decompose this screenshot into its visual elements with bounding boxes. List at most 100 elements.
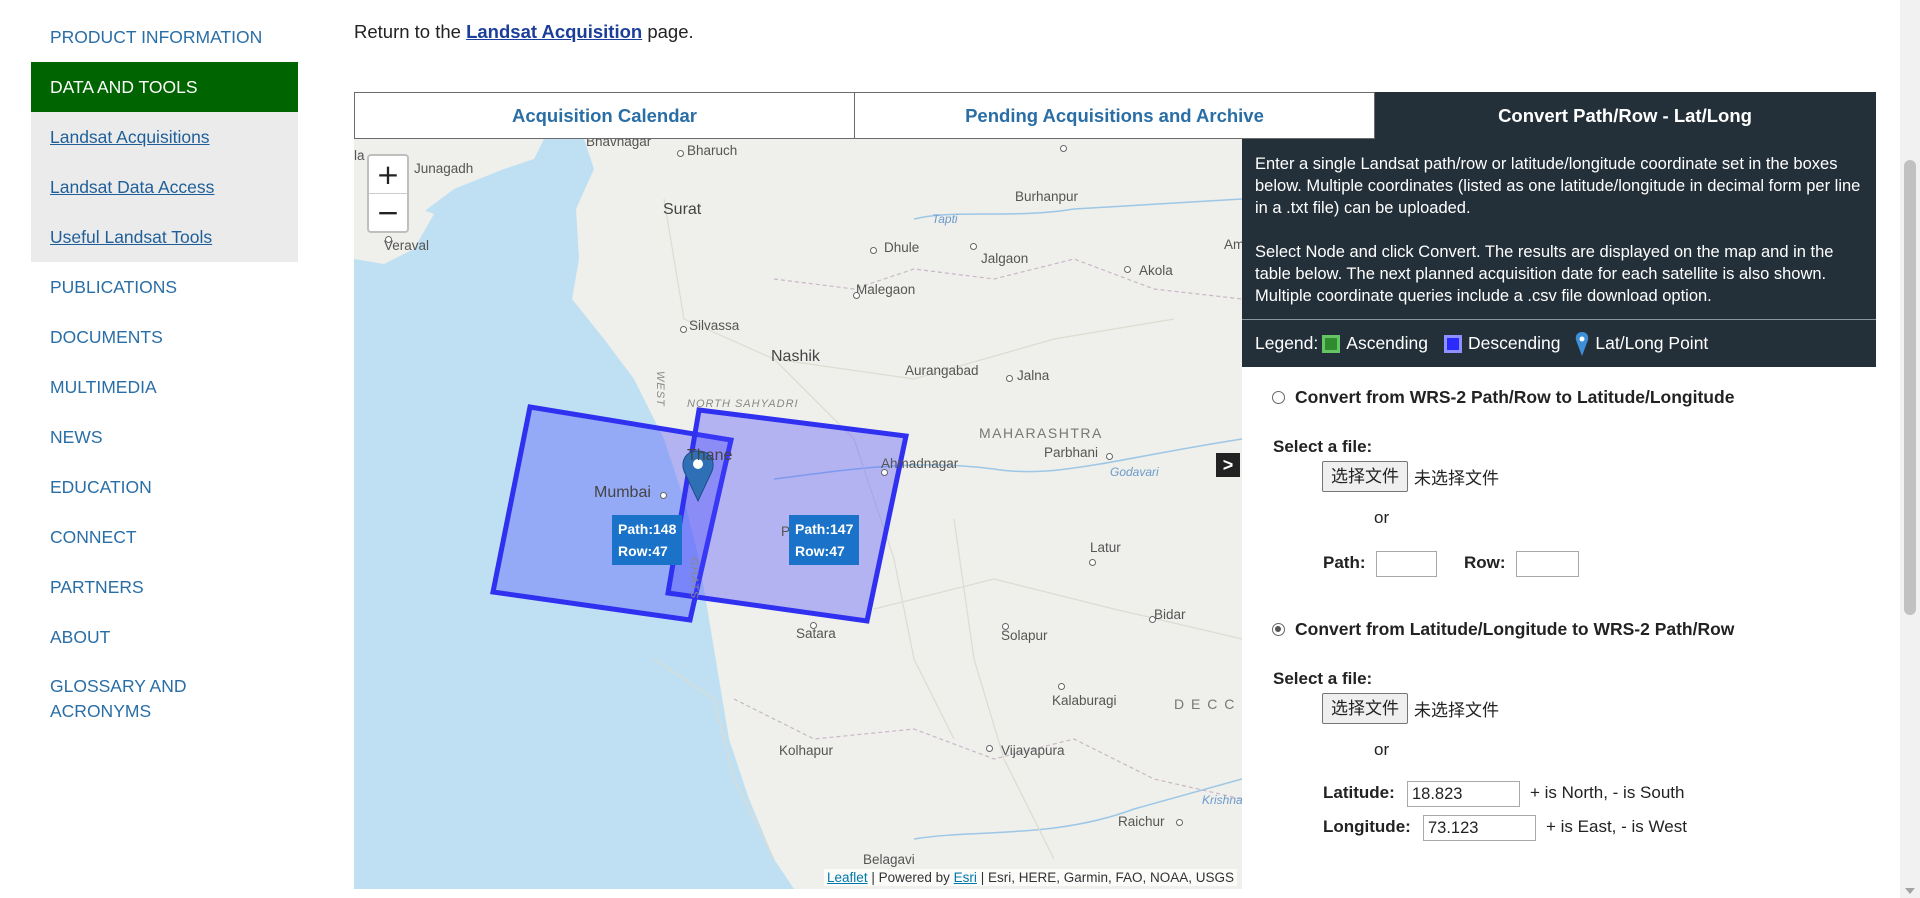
return-prefix: Return to the (354, 21, 461, 42)
panel-description: Enter a single Landsat path/row or latit… (1242, 139, 1876, 319)
city-dot (1106, 453, 1113, 460)
chevron-right-icon[interactable]: > (1216, 453, 1240, 477)
map-label-mumbai: Mumbai (594, 484, 651, 501)
footprint-label-148[interactable]: Path:148 Row:47 (612, 515, 683, 565)
path-label: Path: (1323, 553, 1366, 572)
legend-descending-label: Descending (1468, 333, 1561, 353)
map-label-parbhani: Parbhani (1044, 445, 1099, 460)
radio-path-row[interactable] (1272, 391, 1285, 404)
map-label-bhavnagar: Bhavnagar (586, 139, 652, 149)
longitude-input[interactable] (1423, 815, 1536, 841)
map-label-solapur: Solapur (1001, 628, 1048, 643)
panel-desc-1: Enter a single Landsat path/row or latit… (1255, 155, 1861, 217)
map-label-edge: la (354, 148, 365, 163)
footprint-path: Path:147 (795, 521, 854, 537)
choose-file-button-1[interactable]: 选择文件 (1322, 461, 1408, 492)
sidebar-item-partners[interactable]: PARTNERS (31, 562, 298, 612)
legend: Legend: Ascending Descending Lat/Long Po… (1242, 319, 1876, 367)
longitude-label: Longitude: (1323, 817, 1411, 836)
sidebar-item-glossary[interactable]: GLOSSARY AND ACRONYMS (31, 662, 298, 736)
city-dot (677, 150, 684, 157)
city-dot (1149, 616, 1156, 623)
legend-ascending-label: Ascending (1346, 333, 1428, 353)
sidebar-item-landsat-data-access[interactable]: Landsat Data Access (31, 162, 298, 212)
map-label-surat: Surat (663, 201, 702, 218)
footprint-path: Path:148 (618, 521, 677, 537)
radio-latlong[interactable] (1272, 623, 1285, 636)
latitude-label: Latitude: (1323, 783, 1395, 802)
map-label-jalna: Jalna (1017, 368, 1050, 383)
map-label-raichur: Raichur (1118, 814, 1165, 829)
descending-swatch-icon (1444, 334, 1462, 353)
powered-by-text: | Powered by (871, 870, 950, 885)
sidebar-item-publications[interactable]: PUBLICATIONS (31, 262, 298, 312)
map-pin-icon (1576, 331, 1589, 356)
sidebar-item-product-information[interactable]: PRODUCT INFORMATION (31, 12, 298, 62)
sidebar-item-documents[interactable]: DOCUMENTS (31, 312, 298, 362)
sidebar-item-education[interactable]: EDUCATION (31, 462, 298, 512)
esri-link[interactable]: Esri (954, 870, 977, 885)
sidebar-item-data-and-tools[interactable]: DATA AND TOOLS (31, 62, 298, 112)
map-label-jalgaon: Jalgaon (981, 251, 1029, 266)
map-label-ghats: GHATS (688, 557, 700, 600)
choose-file-button-2[interactable]: 选择文件 (1322, 693, 1408, 724)
tab-convert-path-row[interactable]: Convert Path/Row - Lat/Long (1375, 92, 1876, 139)
zoom-in-button[interactable]: + (369, 156, 407, 193)
select-file-label-1: Select a file: (1273, 437, 1373, 456)
row-input[interactable] (1516, 551, 1579, 577)
legend-point-label: Lat/Long Point (1595, 333, 1709, 353)
city-dot (1002, 623, 1009, 630)
sidebar-item-multimedia[interactable]: MULTIMEDIA (31, 362, 298, 412)
map-label-satara: Satara (796, 626, 836, 641)
map-view[interactable]: Bhavnagar Bharuch Junagadh Surat Veraval… (354, 139, 1242, 889)
or-text-1: or (1374, 508, 1390, 527)
legend-ascending: Ascending (1318, 333, 1428, 354)
return-suffix: page. (647, 21, 694, 42)
map-label-krishna: Krishna (1202, 793, 1242, 807)
map-label-latur: Latur (1090, 540, 1121, 555)
attribution-sources: | Esri, HERE, Garmin, FAO, NOAA, USGS (980, 870, 1234, 885)
city-dot (1176, 819, 1183, 826)
city-dot (1124, 266, 1131, 273)
zoom-out-button[interactable]: − (369, 193, 407, 231)
map-label-ahmadnagar: Ahmadnagar (881, 456, 959, 471)
file-input-1[interactable]: 选择文件 未选择文件 (1322, 461, 1499, 492)
footprint-row: Row:47 (795, 543, 845, 559)
map-label-north-sahyadri: NORTH SAHYADRI (687, 398, 799, 410)
map-label-am: Am (1224, 237, 1242, 252)
tab-pending-acquisitions[interactable]: Pending Acquisitions and Archive (855, 92, 1375, 139)
page-scrollbar[interactable] (1900, 0, 1920, 898)
landsat-acquisition-link[interactable]: Landsat Acquisition (466, 21, 642, 42)
map-label-bidar: Bidar (1154, 607, 1186, 622)
footprint-label-147[interactable]: Path:147 Row:47 (789, 515, 860, 565)
map-attribution: Leaflet | Powered by Esri | Esri, HERE, … (824, 869, 1237, 886)
sidebar-item-landsat-acquisitions[interactable]: Landsat Acquisitions (31, 112, 298, 162)
leaflet-link[interactable]: Leaflet (827, 870, 868, 885)
city-dot (810, 622, 817, 629)
sidebar-item-useful-landsat-tools[interactable]: Useful Landsat Tools (31, 212, 298, 262)
sidebar-item-glossary-line2: ACRONYMS (50, 701, 152, 721)
tab-bar: Acquisition Calendar Pending Acquisition… (354, 92, 1876, 139)
sidebar-item-about[interactable]: ABOUT (31, 612, 298, 662)
latitude-input[interactable] (1407, 781, 1520, 807)
city-dot (1060, 145, 1067, 152)
convert-panel: Enter a single Landsat path/row or latit… (1242, 139, 1876, 898)
tab-acquisition-calendar[interactable]: Acquisition Calendar (354, 92, 855, 139)
scrollbar-thumb[interactable] (1904, 160, 1916, 615)
city-dot (1089, 559, 1096, 566)
city-dot (385, 236, 392, 243)
city-dot (660, 492, 667, 499)
longitude-hint: + is East, - is West (1546, 817, 1687, 836)
file-input-2[interactable]: 选择文件 未选择文件 (1322, 693, 1499, 724)
sidebar-item-news[interactable]: NEWS (31, 412, 298, 462)
option-path-row-to-latlong[interactable]: Convert from WRS-2 Path/Row to Latitude/… (1272, 387, 1734, 408)
option-latlong-to-path-row[interactable]: Convert from Latitude/Longitude to WRS-2… (1272, 619, 1734, 640)
city-dot (1006, 375, 1013, 382)
city-dot (881, 469, 888, 476)
legend-point: Lat/Long Point (1572, 331, 1709, 356)
scroll-down-arrow-icon[interactable] (1905, 888, 1915, 894)
map-label-kolhapur: Kolhapur (779, 743, 834, 758)
panel-desc-2: Select Node and click Convert. The resul… (1255, 243, 1834, 305)
sidebar-item-connect[interactable]: CONNECT (31, 512, 298, 562)
path-input[interactable] (1376, 551, 1437, 577)
